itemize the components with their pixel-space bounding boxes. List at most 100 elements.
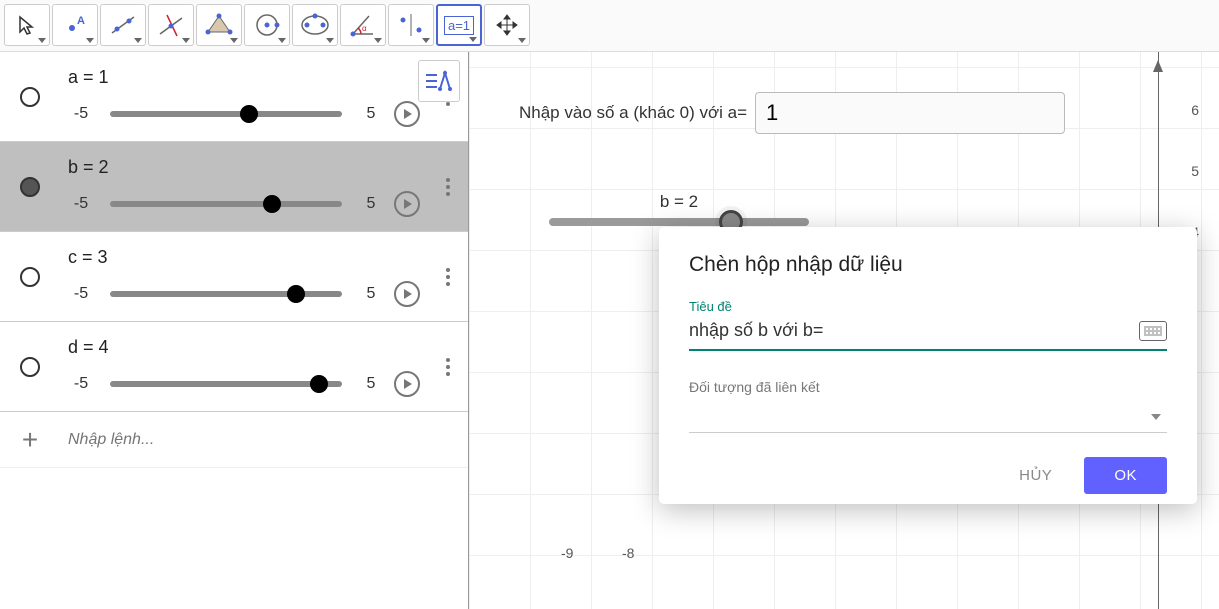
algebra-content: b = 2 -5 5 bbox=[60, 142, 428, 231]
tool-angle[interactable]: α bbox=[340, 4, 386, 46]
equation-label: b = 2 bbox=[68, 157, 420, 178]
toolbar: A α a=1 bbox=[0, 0, 1219, 52]
slider-b-label: b = 2 bbox=[549, 192, 809, 212]
keyboard-icon[interactable] bbox=[1139, 321, 1167, 341]
slider-thumb[interactable] bbox=[240, 105, 258, 123]
slider-row: -5 5 bbox=[68, 281, 420, 307]
inputbox-label: Nhập vào số a (khác 0) với a= bbox=[519, 103, 747, 123]
play-button[interactable] bbox=[394, 281, 420, 307]
dropdown-icon bbox=[230, 38, 238, 43]
slider-track[interactable] bbox=[110, 291, 342, 297]
dialog-title: Chèn hộp nhập dữ liệu bbox=[689, 253, 1167, 277]
dropdown-icon bbox=[374, 38, 382, 43]
algebra-row-b[interactable]: b = 2 -5 5 bbox=[0, 142, 468, 232]
command-input[interactable] bbox=[60, 423, 468, 457]
slider-row: -5 5 bbox=[68, 101, 420, 127]
marble-icon bbox=[20, 177, 40, 197]
tool-polygon[interactable] bbox=[196, 4, 242, 46]
slider-min: -5 bbox=[68, 105, 94, 123]
slider-min: -5 bbox=[68, 195, 94, 213]
play-button[interactable] bbox=[394, 101, 420, 127]
row-menu-button[interactable] bbox=[428, 232, 468, 321]
equation-label: a = 1 bbox=[68, 67, 420, 88]
slider-min: -5 bbox=[68, 375, 94, 393]
equation-label: d = 4 bbox=[68, 337, 420, 358]
tool-circle[interactable] bbox=[244, 4, 290, 46]
slider-max: 5 bbox=[358, 285, 384, 303]
slider-max: 5 bbox=[358, 105, 384, 123]
slider-track[interactable] bbox=[110, 111, 342, 117]
algebra-row-a[interactable]: a = 1 -5 5 bbox=[0, 52, 468, 142]
play-button[interactable] bbox=[394, 191, 420, 217]
dropdown-icon bbox=[86, 38, 94, 43]
cancel-button[interactable]: HỦY bbox=[997, 457, 1074, 494]
slider-thumb[interactable] bbox=[310, 375, 328, 393]
algebra-toggle-button[interactable] bbox=[418, 60, 460, 102]
tool-perpendicular[interactable] bbox=[148, 4, 194, 46]
caption-input[interactable] bbox=[689, 316, 1139, 345]
tool-ellipse[interactable] bbox=[292, 4, 338, 46]
svg-text:A: A bbox=[77, 15, 85, 27]
slider-track[interactable] bbox=[110, 381, 342, 387]
y-tick-label: 5 bbox=[1191, 163, 1199, 179]
tool-point[interactable]: A bbox=[52, 4, 98, 46]
row-menu-button[interactable] bbox=[428, 322, 468, 411]
graphics-slider-b[interactable]: b = 2 bbox=[549, 192, 809, 226]
play-icon bbox=[404, 109, 412, 119]
algebra-content: c = 3 -5 5 bbox=[60, 232, 428, 321]
visibility-toggle[interactable] bbox=[0, 322, 60, 411]
dropdown-icon bbox=[326, 38, 334, 43]
dialog-actions: HỦY OK bbox=[689, 457, 1167, 494]
graphics-inputbox-a: Nhập vào số a (khác 0) với a= bbox=[519, 92, 1065, 134]
marble-icon bbox=[20, 357, 40, 377]
dropdown-icon bbox=[182, 38, 190, 43]
x-tick-label: -9 bbox=[561, 545, 573, 561]
marble-icon bbox=[20, 87, 40, 107]
play-button[interactable] bbox=[394, 371, 420, 397]
slider-max: 5 bbox=[358, 195, 384, 213]
algebra-view: a = 1 -5 5 b = 2 -5 5 bbox=[0, 52, 469, 609]
visibility-toggle[interactable] bbox=[0, 142, 60, 231]
slider-min: -5 bbox=[68, 285, 94, 303]
dropdown-icon bbox=[38, 38, 46, 43]
algebra-content: a = 1 -5 5 bbox=[60, 52, 428, 141]
slider-max: 5 bbox=[358, 375, 384, 393]
slider-track[interactable] bbox=[110, 201, 342, 207]
slider-row: -5 5 bbox=[68, 371, 420, 397]
linked-object-label: Đối tượng đã liên kết bbox=[689, 379, 1167, 395]
marble-icon bbox=[20, 267, 40, 287]
algebra-row-d[interactable]: d = 4 -5 5 bbox=[0, 322, 468, 412]
slider-row: -5 5 bbox=[68, 191, 420, 217]
equation-label: c = 3 bbox=[68, 247, 420, 268]
x-tick-label: -8 bbox=[622, 545, 634, 561]
tool-line[interactable] bbox=[100, 4, 146, 46]
dropdown-icon bbox=[422, 38, 430, 43]
visibility-toggle[interactable] bbox=[0, 52, 60, 141]
input-row: + bbox=[0, 412, 468, 468]
y-tick-label: 6 bbox=[1191, 102, 1199, 118]
play-icon bbox=[404, 379, 412, 389]
caption-field-label: Tiêu đề bbox=[689, 299, 1167, 314]
dropdown-icon bbox=[469, 37, 477, 42]
add-button[interactable]: + bbox=[0, 424, 60, 456]
svg-text:α: α bbox=[362, 24, 367, 33]
tool-move[interactable] bbox=[4, 4, 50, 46]
slider-thumb[interactable] bbox=[263, 195, 281, 213]
ok-button[interactable]: OK bbox=[1084, 457, 1167, 494]
algebra-row-c[interactable]: c = 3 -5 5 bbox=[0, 232, 468, 322]
visibility-toggle[interactable] bbox=[0, 232, 60, 321]
tool-move-view[interactable] bbox=[484, 4, 530, 46]
slider-b-track[interactable] bbox=[549, 218, 809, 226]
tool-slider[interactable]: a=1 bbox=[436, 4, 482, 46]
inputbox-a-field[interactable] bbox=[755, 92, 1065, 134]
play-icon bbox=[404, 289, 412, 299]
slider-thumb[interactable] bbox=[287, 285, 305, 303]
slider-icon: a=1 bbox=[444, 16, 474, 35]
dropdown-icon bbox=[518, 38, 526, 43]
dropdown-icon bbox=[134, 38, 142, 43]
tool-reflect[interactable] bbox=[388, 4, 434, 46]
play-icon bbox=[404, 199, 412, 209]
linked-object-select[interactable] bbox=[689, 401, 1167, 433]
row-menu-button[interactable] bbox=[428, 142, 468, 231]
dropdown-icon bbox=[278, 38, 286, 43]
